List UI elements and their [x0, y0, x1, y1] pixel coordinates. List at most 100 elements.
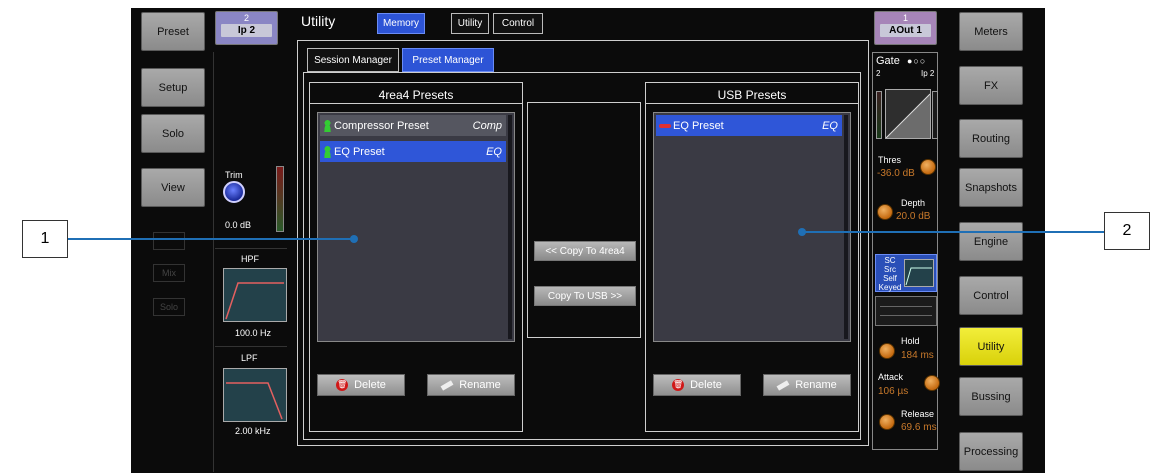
sc-src-button[interactable]: SC Src Self Keyed: [875, 254, 937, 292]
tab-session-manager[interactable]: Session Manager: [307, 48, 399, 72]
divider: [215, 346, 287, 347]
release-label: Release: [901, 409, 935, 419]
divider: [215, 248, 287, 249]
gate-curve-graph: [885, 89, 931, 139]
gate-input-meter: [876, 91, 882, 139]
left-delete-button[interactable]: 🗑 Delete: [317, 374, 405, 396]
trim-knob[interactable]: [223, 181, 245, 203]
right-preset-row-eq[interactable]: EQ Preset EQ: [656, 115, 842, 136]
preset-name: EQ Preset: [673, 119, 724, 132]
depth-knob[interactable]: [877, 204, 893, 220]
sc-src-value1: Self: [883, 274, 897, 283]
utility-button[interactable]: Utility: [959, 327, 1023, 366]
lpf-value: 2.00 kHz: [235, 426, 271, 436]
pencil-icon: [776, 379, 790, 391]
channel-left-name: Ip 2: [221, 24, 272, 37]
left-rename-button[interactable]: Rename: [427, 374, 515, 396]
preset-tag: EQ: [486, 145, 502, 158]
thres-label: Thres: [878, 155, 902, 165]
callout-2-dot: [798, 228, 806, 236]
sc-meter: [875, 296, 937, 326]
solo-button[interactable]: Solo: [141, 114, 205, 153]
page-dots-icon[interactable]: ●○○: [907, 56, 926, 66]
right-list-scrollbar[interactable]: [844, 115, 848, 339]
hpf-value: 100.0 Hz: [235, 328, 272, 338]
tab-control[interactable]: Control: [493, 13, 543, 34]
channel-right-name: AOut 1: [880, 24, 931, 37]
control-button[interactable]: Control: [959, 276, 1023, 315]
pencil-icon: [440, 379, 454, 391]
channel-left-number: 2: [243, 13, 249, 23]
gate-title: Gate: [876, 55, 900, 67]
right-preset-list[interactable]: EQ Preset EQ: [653, 112, 851, 342]
preset-tag: EQ: [822, 119, 838, 132]
hold-value: 184 ms: [901, 350, 934, 361]
callout-2-line: [800, 231, 1104, 233]
engine-button[interactable]: Engine: [959, 222, 1023, 261]
usb-icon: [659, 123, 671, 128]
preset-tag: Comp: [472, 119, 502, 132]
snapshots-button[interactable]: Snapshots: [959, 168, 1023, 207]
sc-filter-graph: [904, 259, 934, 287]
right-rename-button[interactable]: Rename: [763, 374, 851, 396]
copy-to-usb-button[interactable]: Copy To USB >>: [534, 286, 636, 306]
fx-button[interactable]: FX: [959, 66, 1023, 105]
trim-value: 0.0 dB: [225, 220, 252, 230]
callout-2: 2: [1104, 212, 1150, 250]
trim-meter: [276, 166, 284, 232]
lpf-label: LPF: [241, 353, 258, 363]
preset-button[interactable]: Preset: [141, 12, 205, 51]
preset-person-icon: [323, 119, 332, 132]
meters-button[interactable]: Meters: [959, 12, 1023, 51]
lpf-graph: [223, 368, 287, 422]
hpf-label: HPF: [241, 254, 259, 264]
channel-left[interactable]: 2 Ip 2: [215, 11, 278, 45]
channel-right[interactable]: 1 AOut 1: [874, 11, 937, 45]
release-value: 69.6 ms: [901, 422, 937, 433]
thres-value: -36.0 dB: [877, 168, 915, 179]
left-panel-title: 4rea4 Presets: [378, 88, 454, 102]
view-button[interactable]: View: [141, 168, 205, 207]
callout-1-dot: [350, 235, 358, 243]
bussing-button[interactable]: Bussing: [959, 377, 1023, 416]
tab-preset-manager[interactable]: Preset Manager: [402, 48, 494, 72]
right-panel-title: USB Presets: [717, 88, 787, 102]
hold-knob[interactable]: [879, 343, 895, 359]
callout-1: 1: [22, 220, 68, 258]
right-delete-button[interactable]: 🗑 Delete: [653, 374, 741, 396]
divider: [645, 103, 859, 104]
trim-label: Trim: [225, 170, 243, 180]
hpf-graph: [223, 268, 287, 322]
sc-src-label: SC Src: [884, 256, 896, 274]
left-preset-row-compressor[interactable]: Compressor Preset Comp: [320, 115, 506, 136]
ghost-mix-label: Mix: [153, 264, 185, 282]
hold-label: Hold: [901, 336, 920, 346]
processing-button[interactable]: Processing: [959, 432, 1023, 471]
preset-name: Compressor Preset: [334, 119, 429, 132]
setup-button[interactable]: Setup: [141, 68, 205, 107]
divider: [309, 103, 523, 104]
preset-person-icon: [323, 145, 332, 158]
left-list-scrollbar[interactable]: [508, 115, 512, 339]
page-title: Utility: [301, 13, 336, 29]
callout-1-line: [68, 238, 356, 240]
thres-knob[interactable]: [920, 159, 936, 175]
divider: [213, 52, 214, 472]
tab-memory[interactable]: Memory: [377, 13, 425, 34]
attack-knob[interactable]: [924, 375, 940, 391]
left-preset-row-eq[interactable]: EQ Preset EQ: [320, 141, 506, 162]
release-knob[interactable]: [879, 414, 895, 430]
trash-icon: 🗑: [672, 379, 685, 391]
sc-src-value2: Keyed: [878, 283, 902, 292]
channel-right-number: 1: [902, 13, 908, 23]
copy-to-4rea4-button[interactable]: << Copy To 4rea4: [534, 241, 636, 261]
console-screen: Preset Setup Solo View Mix Solo 2 Ip 2 T…: [131, 8, 1045, 473]
depth-value: 20.0 dB: [896, 211, 931, 222]
routing-button[interactable]: Routing: [959, 119, 1023, 158]
left-preset-list[interactable]: Compressor Preset Comp EQ Preset EQ: [317, 112, 515, 342]
trash-icon: 🗑: [336, 379, 349, 391]
gate-in-label: 2: [876, 69, 881, 78]
depth-label: Depth: [901, 198, 926, 208]
preset-name: EQ Preset: [334, 145, 385, 158]
tab-utility[interactable]: Utility: [451, 13, 489, 34]
